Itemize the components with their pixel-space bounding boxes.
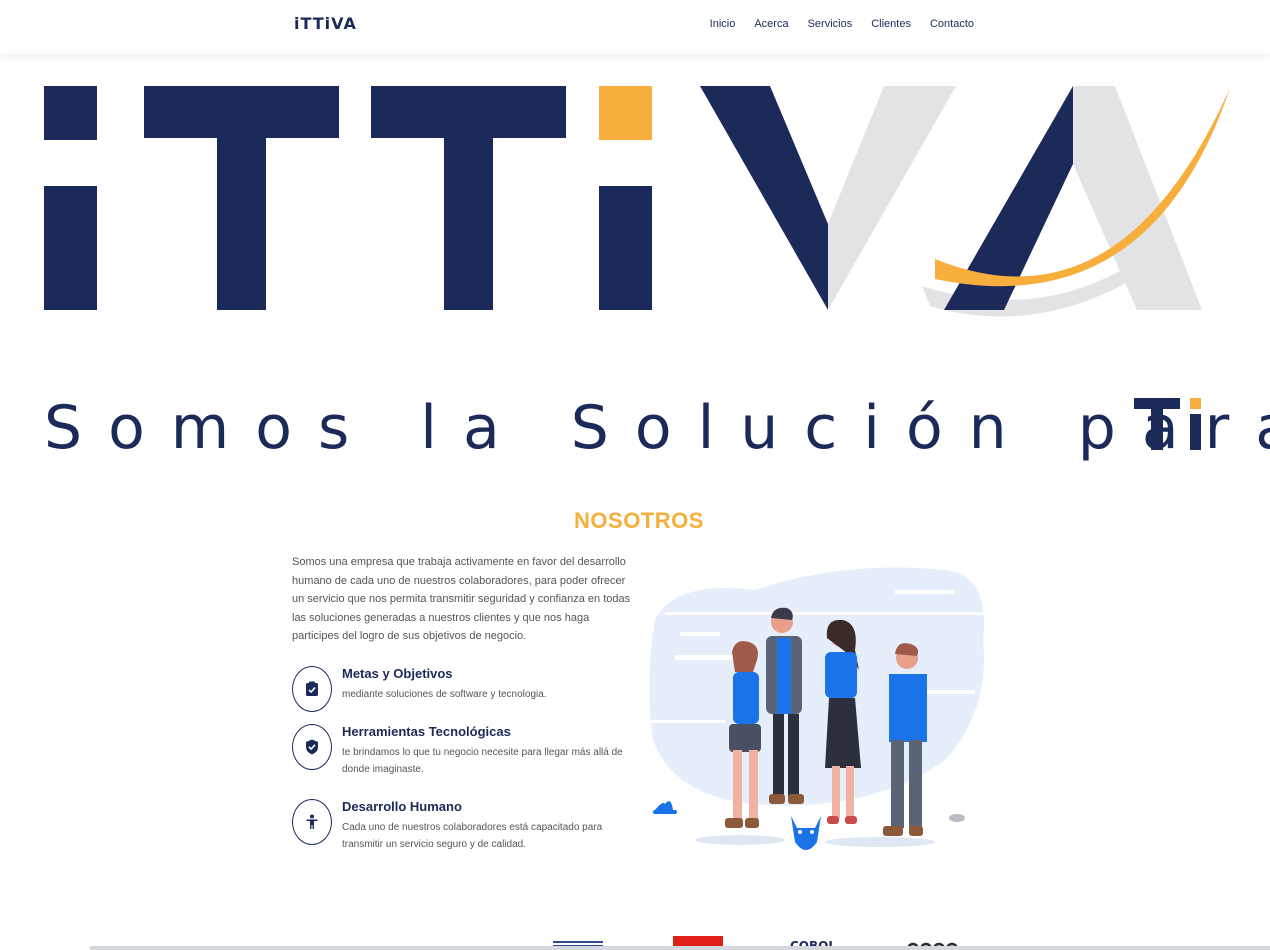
feature-title: Metas y Objetivos [342,666,453,681]
hero-tagline: Somos la Solución para Ti [44,388,1270,468]
feature-herramientas: Herramientas Tecnológicas te brindamos l… [292,724,642,784]
feature-title: Herramientas Tecnológicas [342,724,511,739]
nosotros-intro: Somos una empresa que trabaja activament… [292,556,631,642]
feature-desc: te brindamos lo que tu negocio necesite … [342,747,623,775]
bottom-divider [90,946,1270,950]
navbar: iTTiVA Inicio Acerca Servicios Clientes … [0,0,1270,54]
section-title-nosotros: NOSOTROS [574,508,704,533]
feature-title: Desarrollo Humano [342,799,462,814]
tagline-text: Somos la Solución para [44,393,1270,463]
clipboard-check-icon [292,666,332,712]
tagline-ti [1134,398,1201,450]
team-illustration [645,567,985,850]
nav-links: Inicio Acerca Servicios Clientes Contact… [710,18,974,30]
feature-desc: mediante soluciones de software y tecnol… [342,689,547,700]
feature-metas: Metas y Objetivos mediante soluciones de… [292,666,642,716]
feature-desarrollo: Desarrollo Humano Cada uno de nuestros c… [292,799,642,859]
nav-link-inicio[interactable]: Inicio [710,18,736,30]
nav-logo-text: iTTiVA [294,14,357,33]
nav-link-acerca[interactable]: Acerca [754,18,788,30]
feature-desc: Cada uno de nuestros colaboradores está … [342,822,603,850]
nav-link-servicios[interactable]: Servicios [808,18,853,30]
nav-logo[interactable]: iTTiVA [294,14,357,33]
nav-link-clientes[interactable]: Clientes [871,18,911,30]
shield-check-icon [292,724,332,770]
person-icon [292,799,332,845]
nav-link-contacto[interactable]: Contacto [930,18,974,30]
hero-logo [44,86,1230,317]
